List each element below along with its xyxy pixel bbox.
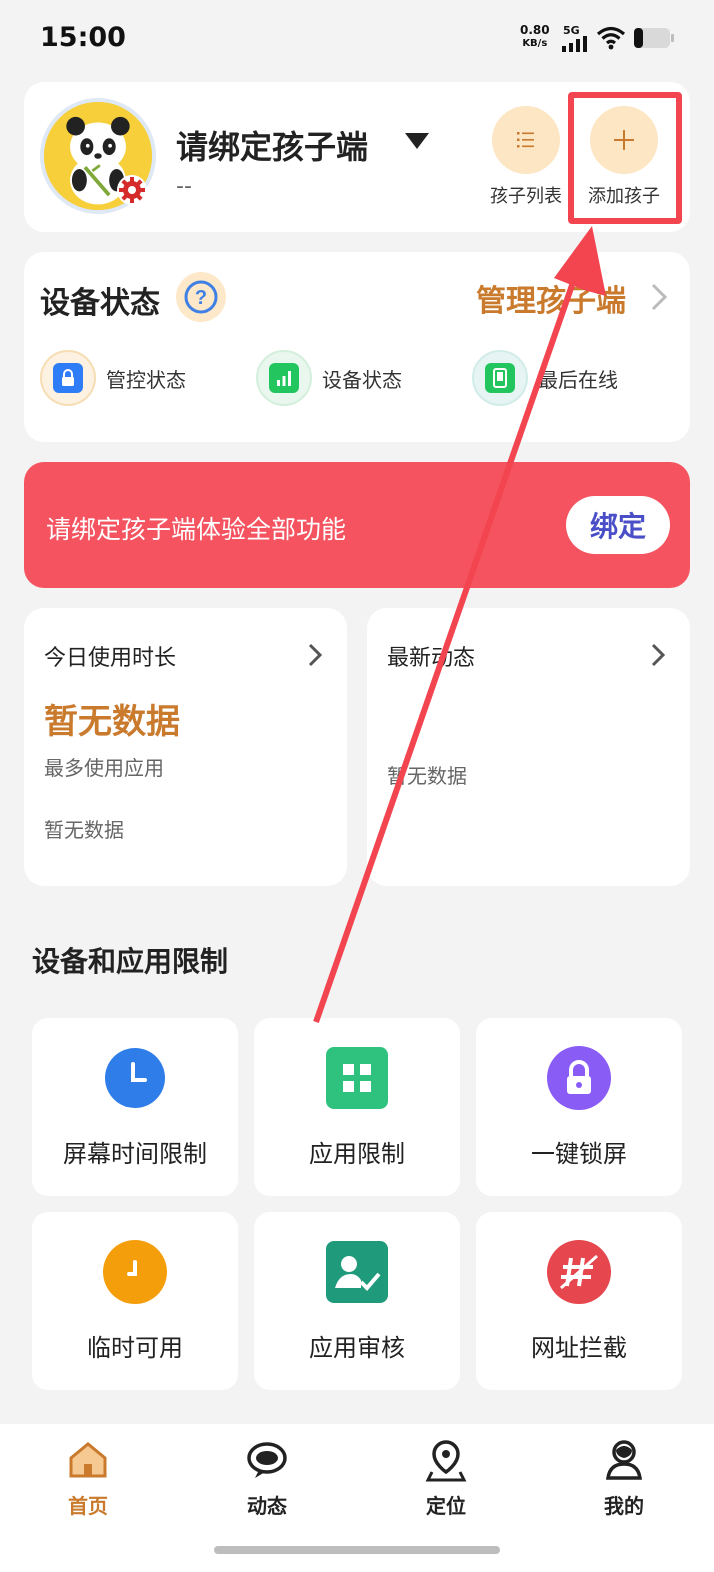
home-indicator[interactable]	[214, 1546, 500, 1554]
news-empty: 暂无数据	[387, 764, 467, 788]
net-speed: 0.80 KB/s	[520, 24, 550, 50]
nav-updates-label: 动态	[247, 1494, 287, 1518]
wifi-icon	[596, 26, 626, 50]
nav-location-label: 定位	[426, 1494, 466, 1518]
lock-icon	[40, 350, 96, 406]
child-subtitle: --	[176, 174, 192, 199]
bind-banner: 请绑定孩子端体验全部功能 绑定	[24, 462, 690, 588]
apps-grid-icon	[326, 1047, 388, 1109]
last-online-item[interactable]: 最后在线	[472, 350, 618, 406]
help-icon[interactable]: ?	[176, 272, 226, 322]
child-name[interactable]: 请绑定孩子端	[176, 122, 368, 168]
nav-me[interactable]: 我的	[574, 1438, 674, 1519]
control-status-item[interactable]: 管控状态	[40, 350, 186, 406]
tablet-icon	[472, 350, 528, 406]
status-time: 15:00	[40, 22, 126, 53]
screen-time-limit-tile[interactable]: 屏幕时间限制	[32, 1018, 238, 1196]
news-card-title: 最新动态	[387, 646, 476, 671]
one-key-lock-tile[interactable]: 一键锁屏	[476, 1018, 682, 1196]
chevron-right-icon	[308, 643, 323, 667]
usage-value: 暂无数据	[44, 702, 180, 742]
bind-button[interactable]: 绑定	[566, 496, 670, 554]
list-icon	[492, 106, 560, 174]
url-block-tile[interactable]: 网址拦截	[476, 1212, 682, 1390]
chevron-right-icon	[651, 643, 666, 667]
nav-home[interactable]: 首页	[38, 1438, 138, 1519]
chevron-right-icon[interactable]	[650, 282, 668, 312]
status-bar: 15:00 0.80 KB/s 5G	[0, 0, 714, 76]
last-online-label: 最后在线	[538, 367, 618, 392]
annotation-highlight-box	[568, 92, 682, 224]
profile-icon	[605, 1440, 643, 1480]
tile-label: 应用审核	[309, 1334, 405, 1362]
top-app-title: 最多使用应用	[44, 756, 164, 780]
tile-label: 屏幕时间限制	[63, 1140, 207, 1168]
child-list-button[interactable]: 孩子列表	[488, 106, 564, 208]
usage-card[interactable]: 今日使用时长 暂无数据 最多使用应用 暂无数据	[24, 608, 347, 886]
chat-icon	[247, 1442, 287, 1478]
caret-down-icon[interactable]	[404, 132, 430, 150]
child-list-label: 孩子列表	[490, 186, 562, 207]
control-status-label: 管控状态	[106, 367, 186, 392]
device-status-item[interactable]: 设备状态	[256, 350, 402, 406]
clock-icon	[105, 1048, 165, 1108]
tile-label: 临时可用	[87, 1334, 183, 1362]
net-speed-value: 0.80	[520, 23, 550, 37]
home-icon	[69, 1442, 107, 1478]
block-url-icon	[547, 1240, 611, 1304]
device-status-title: 设备状态	[40, 286, 160, 321]
top-app-empty: 暂无数据	[44, 818, 124, 842]
app-limit-tile[interactable]: 应用限制	[254, 1018, 460, 1196]
device-status-label: 设备状态	[322, 367, 402, 392]
temporary-use-tile[interactable]: 临时可用	[32, 1212, 238, 1390]
nav-home-label: 首页	[68, 1494, 108, 1518]
manage-child-link[interactable]: 管理孩子端	[476, 276, 626, 320]
location-icon	[425, 1440, 467, 1482]
nav-location[interactable]: 定位	[396, 1438, 496, 1519]
battery-icon	[634, 28, 674, 48]
svg-text:?: ?	[195, 287, 207, 309]
cell-signal-icon	[562, 36, 587, 52]
usage-card-title: 今日使用时长	[44, 646, 177, 671]
padlock-icon	[547, 1046, 611, 1110]
nav-me-label: 我的	[604, 1494, 644, 1518]
net-speed-unit: KB/s	[522, 38, 548, 49]
timer-icon	[103, 1240, 167, 1304]
settings-gear-icon[interactable]	[116, 174, 148, 206]
nav-updates[interactable]: 动态	[217, 1438, 317, 1519]
tile-label: 应用限制	[309, 1140, 405, 1168]
app-review-tile[interactable]: 应用审核	[254, 1212, 460, 1390]
tile-label: 网址拦截	[531, 1334, 627, 1362]
news-card[interactable]: 最新动态 暂无数据	[367, 608, 690, 886]
device-status-card: 设备状态 ? 管理孩子端 管控状态 设备状态 最后在线	[24, 252, 690, 442]
tile-label: 一键锁屏	[531, 1140, 627, 1168]
signal-chart-icon	[256, 350, 312, 406]
bind-banner-text: 请绑定孩子端体验全部功能	[46, 515, 347, 544]
section-title: 设备和应用限制	[32, 945, 229, 978]
user-check-icon	[326, 1241, 388, 1303]
